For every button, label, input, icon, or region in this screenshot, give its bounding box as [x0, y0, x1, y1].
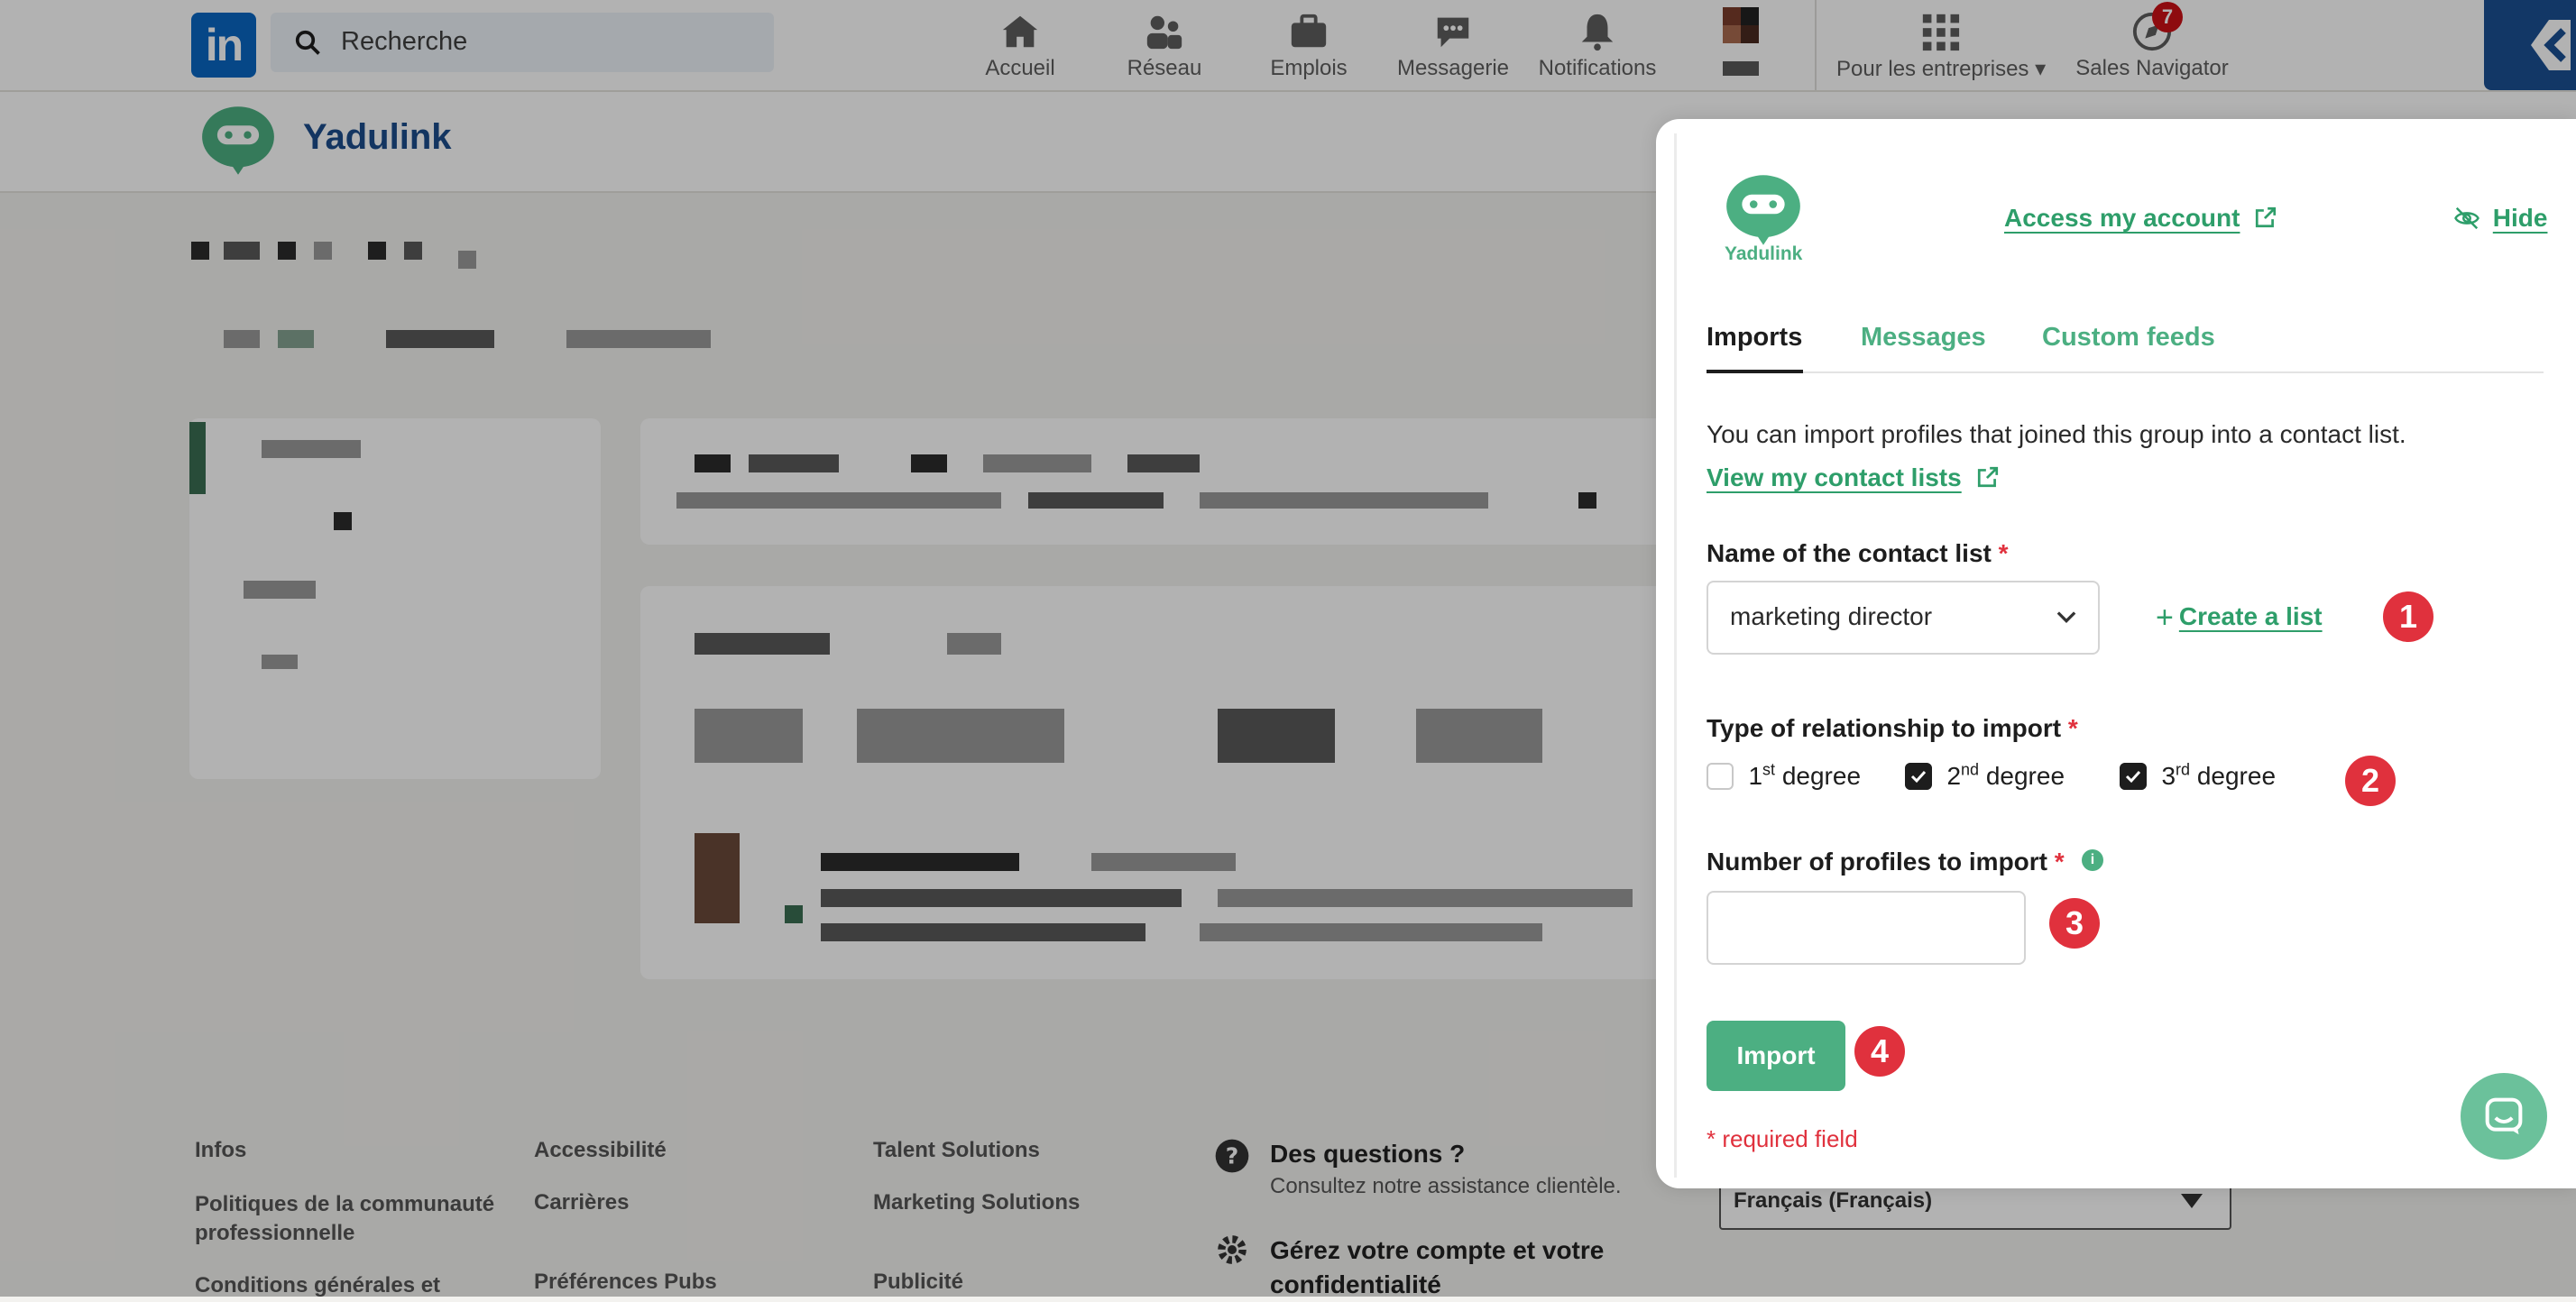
- eye-off-icon: [2454, 206, 2479, 230]
- checkbox-checked[interactable]: [1905, 763, 1932, 791]
- external-link-icon: [2256, 206, 2277, 228]
- contact-list-label: Name of the contact list *: [1707, 539, 2009, 567]
- degree-2-checkbox[interactable]: 2nd degree: [1905, 761, 2065, 791]
- hide-label: Hide: [2492, 204, 2548, 232]
- active-tab-indicator: [1707, 370, 1803, 373]
- tab-imports[interactable]: Imports: [1707, 323, 1802, 353]
- checkbox-unchecked[interactable]: [1707, 763, 1734, 791]
- degree-1-checkbox[interactable]: 1st degree: [1707, 761, 1861, 791]
- yadulink-panel-logo-icon: [1726, 175, 1800, 245]
- chat-icon: [2485, 1097, 2523, 1135]
- import-button[interactable]: Import: [1707, 1021, 1845, 1091]
- contact-list-select[interactable]: marketing director: [1707, 581, 2100, 655]
- degree-3-label: 3rd degree: [2161, 761, 2277, 791]
- access-account-label: Access my account: [2004, 204, 2240, 232]
- chevron-down-icon: [2056, 611, 2076, 624]
- relationship-label: Type of relationship to import *: [1707, 714, 2078, 742]
- step-badge-3: 3: [2049, 898, 2100, 949]
- required-field-note: * required field: [1707, 1125, 1858, 1152]
- step-badge-2: 2: [2345, 756, 2396, 806]
- create-list-link[interactable]: + Create a list: [2156, 601, 2323, 636]
- access-account-link[interactable]: Access my account: [2004, 204, 2277, 233]
- hide-panel-button[interactable]: Hide: [2453, 204, 2547, 233]
- chat-support-button[interactable]: [2461, 1073, 2547, 1160]
- step-badge-4: 4: [1854, 1026, 1905, 1077]
- yadulink-panel-logo-text: Yadulink: [1725, 243, 1803, 264]
- import-description: You can import profiles that joined this…: [1707, 420, 2406, 448]
- create-list-label: Create a list: [2178, 602, 2323, 630]
- external-link-icon: [1977, 466, 1998, 488]
- degree-3-checkbox[interactable]: 3rd degree: [2120, 761, 2276, 791]
- info-icon[interactable]: i: [2082, 849, 2103, 871]
- tab-messages[interactable]: Messages: [1861, 323, 1986, 353]
- profile-count-input[interactable]: [1707, 891, 2026, 965]
- view-contact-lists-label: View my contact lists: [1707, 463, 1962, 491]
- degree-2-label: 2nd degree: [1946, 761, 2065, 791]
- checkbox-checked[interactable]: [2120, 763, 2147, 791]
- step-badge-1: 1: [2383, 591, 2433, 642]
- tab-custom-feeds[interactable]: Custom feeds: [2042, 323, 2215, 353]
- panel-divider: [1674, 133, 1677, 1178]
- degree-1-label: 1st degree: [1748, 761, 1862, 791]
- tabs-divider: [1707, 371, 2544, 373]
- plus-icon: +: [2156, 601, 2174, 635]
- profile-count-label: Number of profiles to import *: [1707, 848, 2065, 876]
- view-contact-lists-link[interactable]: View my contact lists: [1707, 463, 2000, 492]
- contact-list-value: marketing director: [1730, 602, 1933, 630]
